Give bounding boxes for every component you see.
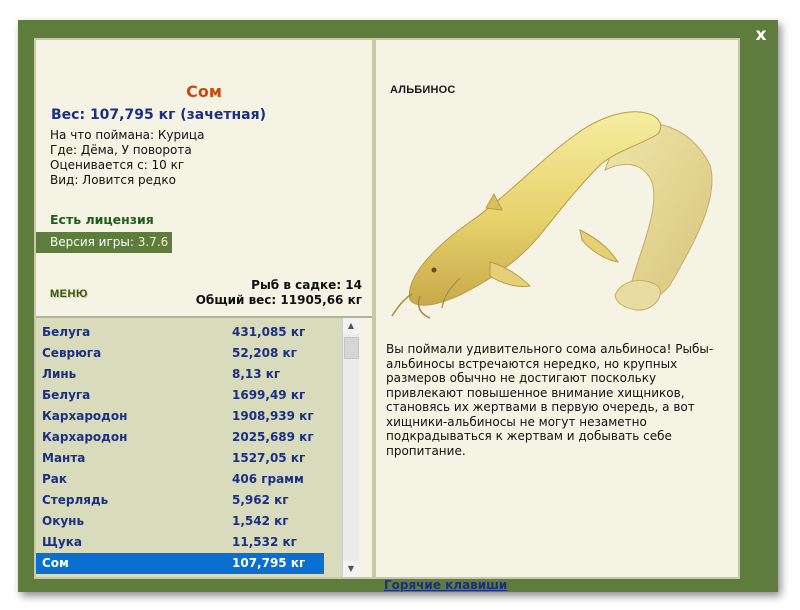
scroll-up-arrow-icon[interactable]: ▲	[343, 318, 359, 334]
catch-fish-name: Кархародон	[42, 409, 128, 423]
catch-fish-weight: 1,542 кг	[232, 514, 289, 528]
evaluated-text: Оценивается с: 10 кг	[50, 158, 185, 172]
fish-description: Вы поймали удивительного сома альбиноса!…	[386, 342, 714, 458]
catch-fish-name: Линь	[42, 367, 77, 381]
catch-list-row[interactable]: Кархародон 1908,939 кг	[36, 406, 324, 427]
catch-list-row[interactable]: Белуга 1699,49 кг	[36, 385, 324, 406]
catch-fish-name: Белуга	[42, 325, 91, 339]
total-weight: Общий вес: 11905,66 кг	[195, 293, 362, 307]
catch-fish-name: Щука	[42, 535, 82, 549]
bait-text: На что поймана: Курица	[50, 128, 205, 142]
catch-list-row[interactable]: Щука 11,532 кг	[36, 532, 324, 553]
catch-list-row[interactable]: Сом 107,795 кг	[36, 553, 324, 574]
scroll-thumb[interactable]	[344, 337, 359, 359]
catch-list-row[interactable]: Линь 8,13 кг	[36, 364, 324, 385]
catch-fish-weight: 2025,689 кг	[232, 430, 314, 444]
catch-fish-name: Окунь	[42, 514, 85, 528]
catch-list-row[interactable]: Рак 406 грамм	[36, 469, 324, 490]
close-button[interactable]: x	[750, 24, 772, 46]
version-badge: Версия игры: 3.7.6	[36, 232, 172, 253]
catch-fish-weight: 107,795 кг	[232, 556, 306, 570]
catch-list-row[interactable]: Севрюга 52,208 кг	[36, 343, 324, 364]
catch-list-row[interactable]: Белуга 431,085 кг	[36, 322, 324, 343]
catch-fish-name: Стерлядь	[42, 493, 109, 507]
catch-list-row[interactable]: Стерлядь 5,962 кг	[36, 490, 324, 511]
catch-fish-weight: 431,085 кг	[232, 325, 306, 339]
catch-fish-name: Кархародон	[42, 430, 128, 444]
catch-fish-name: Рак	[42, 472, 68, 486]
list-scrollbar[interactable]: ▲ ▼	[342, 318, 359, 577]
albino-catfish-image	[391, 111, 713, 319]
catch-window: x Сом Вес: 107,795 кг (зачетная) На что …	[18, 20, 778, 592]
fish-info-block: На что поймана: Курица Где: Дёма, У пово…	[50, 128, 204, 188]
catch-fish-weight: 5,962 кг	[232, 493, 289, 507]
catch-list-row[interactable]: Кархародон 2025,689 кг	[36, 427, 324, 448]
license-status: Есть лицензия	[50, 212, 154, 227]
catch-fish-name: Белуга	[42, 388, 91, 402]
fish-weight-line: Вес: 107,795 кг (зачетная)	[51, 107, 266, 123]
keep-net-stats: Рыб в садке: 14 Общий вес: 11905,66 кг	[196, 278, 362, 308]
catch-list: Белуга 431,085 кг Севрюга 52,208 кг Линь 8,13…	[36, 318, 342, 577]
catch-fish-weight: 1699,49 кг	[232, 388, 306, 402]
catch-fish-weight: 406 грамм	[232, 472, 304, 486]
catch-fish-name: Севрюга	[42, 346, 102, 360]
catch-fish-name: Манта	[42, 451, 86, 465]
catch-fish-weight: 11,532 кг	[232, 535, 297, 549]
hotkeys-link[interactable]: Горячие клавиши	[384, 578, 507, 592]
catch-fish-name: Сом	[42, 556, 69, 570]
catch-fish-weight: 52,208 кг	[232, 346, 297, 360]
catch-list-row[interactable]: Манта 1527,05 кг	[36, 448, 324, 469]
catch-fish-weight: 8,13 кг	[232, 367, 281, 381]
fish-detail-panel: АЛЬБИНОС Вы поймали удивительного сома а…	[374, 38, 740, 592]
rarity-text: Вид: Ловится редко	[50, 173, 176, 187]
scroll-down-arrow-icon[interactable]: ▼	[343, 561, 359, 577]
version-number: 3.7.6	[137, 235, 169, 249]
catch-info-panel: Сом Вес: 107,795 кг (зачетная) На что по…	[34, 38, 374, 579]
menu-button[interactable]: МЕНЮ	[50, 288, 88, 300]
fish-count: Рыб в садке: 14	[251, 278, 362, 292]
catch-list-row[interactable]: Окунь 1,542 кг	[36, 511, 324, 532]
version-label: Версия игры:	[50, 235, 134, 249]
location-text: Где: Дёма, У поворота	[50, 143, 192, 157]
catch-fish-weight: 1527,05 кг	[232, 451, 306, 465]
catch-fish-weight: 1908,939 кг	[232, 409, 314, 423]
fish-name-title: Сом	[186, 82, 222, 101]
